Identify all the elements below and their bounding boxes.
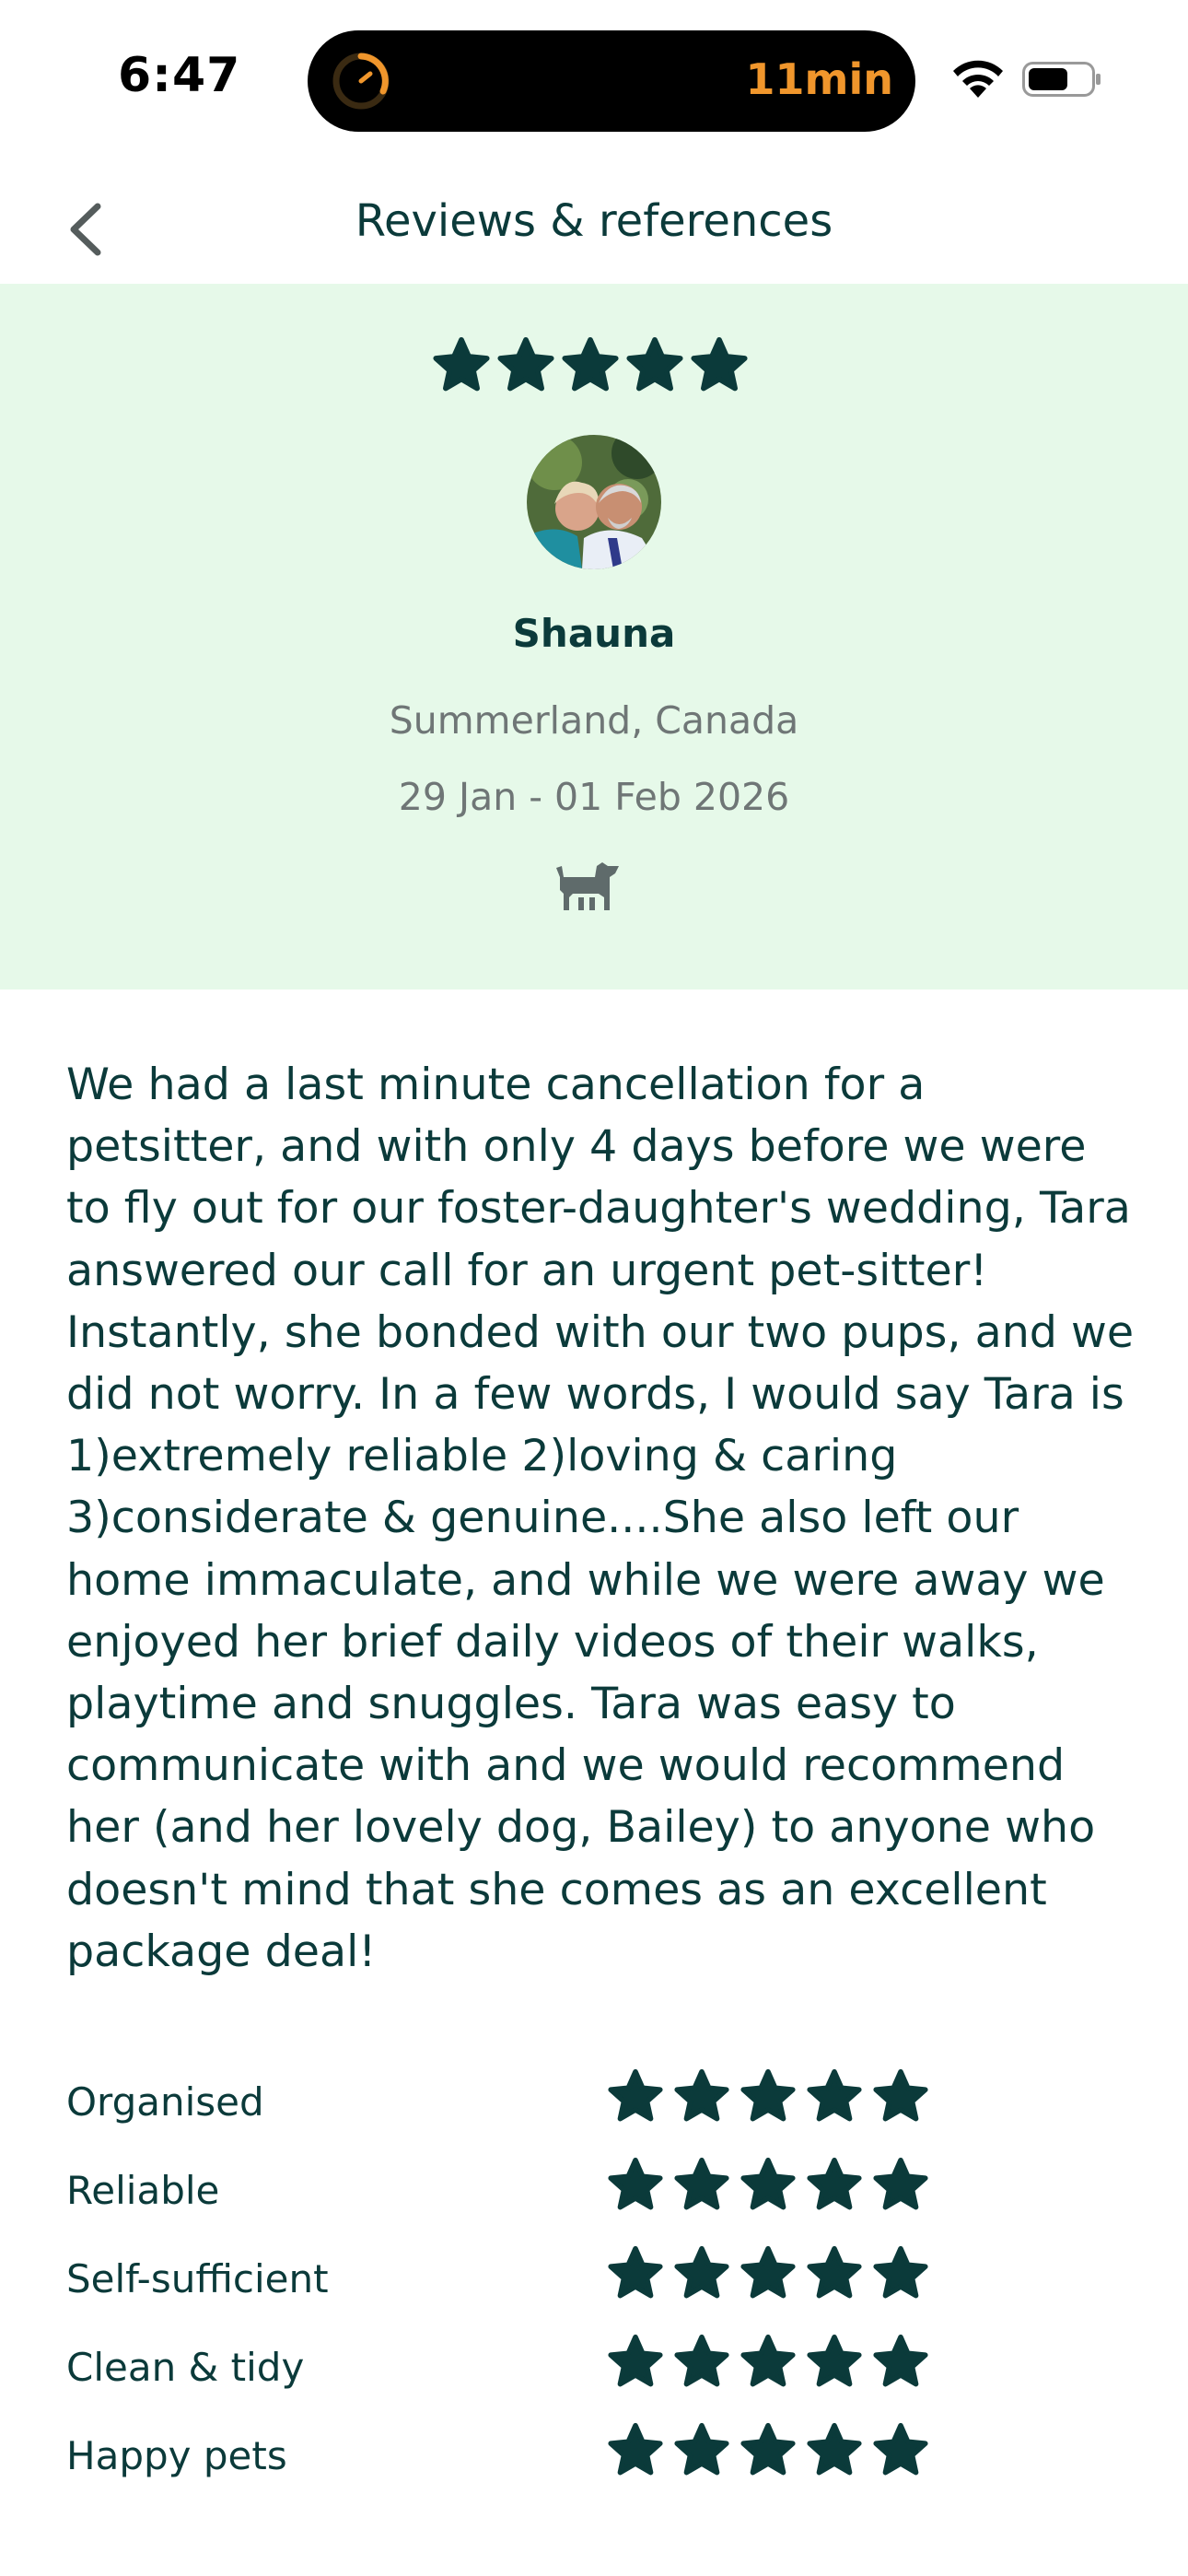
status-time: 6:47 <box>118 48 241 103</box>
nav-bar: Reviews & references <box>0 175 1188 284</box>
ratings-list: Organised Reliable Self-sufficient Clean… <box>66 2068 1135 2511</box>
rating-stars <box>608 2334 928 2389</box>
reviewer-location: Summerland, Canada <box>389 698 799 743</box>
star-icon <box>674 2245 729 2299</box>
star-icon <box>626 336 683 392</box>
battery-icon <box>1022 62 1101 97</box>
star-icon <box>608 2068 663 2122</box>
star-icon <box>740 2157 796 2210</box>
star-icon <box>608 2245 663 2299</box>
overall-rating-stars <box>433 336 755 401</box>
star-icon <box>873 2157 928 2210</box>
rating-label: Happy pets <box>66 2433 287 2478</box>
star-icon <box>740 2422 796 2476</box>
timer-ring-icon <box>332 53 390 110</box>
star-icon <box>674 2068 729 2122</box>
star-icon <box>674 2157 729 2210</box>
rating-stars <box>608 2157 928 2212</box>
review-text: We had a last minute cancellation for a … <box>66 1060 1135 1977</box>
star-icon <box>807 2157 862 2210</box>
rating-label: Self-sufficient <box>66 2256 329 2301</box>
star-icon <box>807 2245 862 2299</box>
status-bar: 6:47 11min <box>0 0 1188 157</box>
star-icon <box>740 2245 796 2299</box>
rating-row-organised: Organised <box>66 2068 1135 2157</box>
star-icon <box>608 2157 663 2210</box>
sit-dates: 29 Jan - 01 Feb 2026 <box>398 775 790 819</box>
star-icon <box>674 2422 729 2476</box>
star-icon <box>807 2068 862 2122</box>
rating-label: Clean & tidy <box>66 2345 305 2390</box>
star-icon <box>433 336 490 392</box>
rating-row-happy-pets: Happy pets <box>66 2422 1135 2511</box>
rating-stars <box>608 2422 928 2477</box>
rating-row-self-sufficient: Self-sufficient <box>66 2245 1135 2334</box>
rating-row-clean-tidy: Clean & tidy <box>66 2334 1135 2422</box>
star-icon <box>497 336 554 392</box>
activity-timer: 11min <box>745 54 893 104</box>
star-icon <box>807 2422 862 2476</box>
dynamic-island[interactable]: 11min <box>308 30 915 132</box>
wifi-icon <box>953 60 1003 98</box>
rating-label: Reliable <box>66 2168 220 2213</box>
star-icon <box>691 336 748 392</box>
star-icon <box>608 2334 663 2387</box>
star-icon <box>873 2334 928 2387</box>
star-icon <box>807 2334 862 2387</box>
rating-stars <box>608 2245 928 2301</box>
avatar-photo <box>527 435 661 569</box>
star-icon <box>873 2068 928 2122</box>
review-header-card: Shauna Summerland, Canada 29 Jan - 01 Fe… <box>0 284 1188 989</box>
page-title: Reviews & references <box>355 195 833 247</box>
rating-row-reliable: Reliable <box>66 2157 1135 2245</box>
star-icon <box>740 2334 796 2387</box>
star-icon <box>674 2334 729 2387</box>
star-icon <box>562 336 619 392</box>
star-icon <box>873 2422 928 2476</box>
dog-icon <box>556 862 619 910</box>
star-icon <box>608 2422 663 2476</box>
rating-label: Organised <box>66 2079 264 2125</box>
avatar[interactable] <box>527 435 661 569</box>
star-icon <box>873 2245 928 2299</box>
rating-stars <box>608 2068 928 2124</box>
star-icon <box>740 2068 796 2122</box>
reviewer-name[interactable]: Shauna <box>0 611 1188 656</box>
